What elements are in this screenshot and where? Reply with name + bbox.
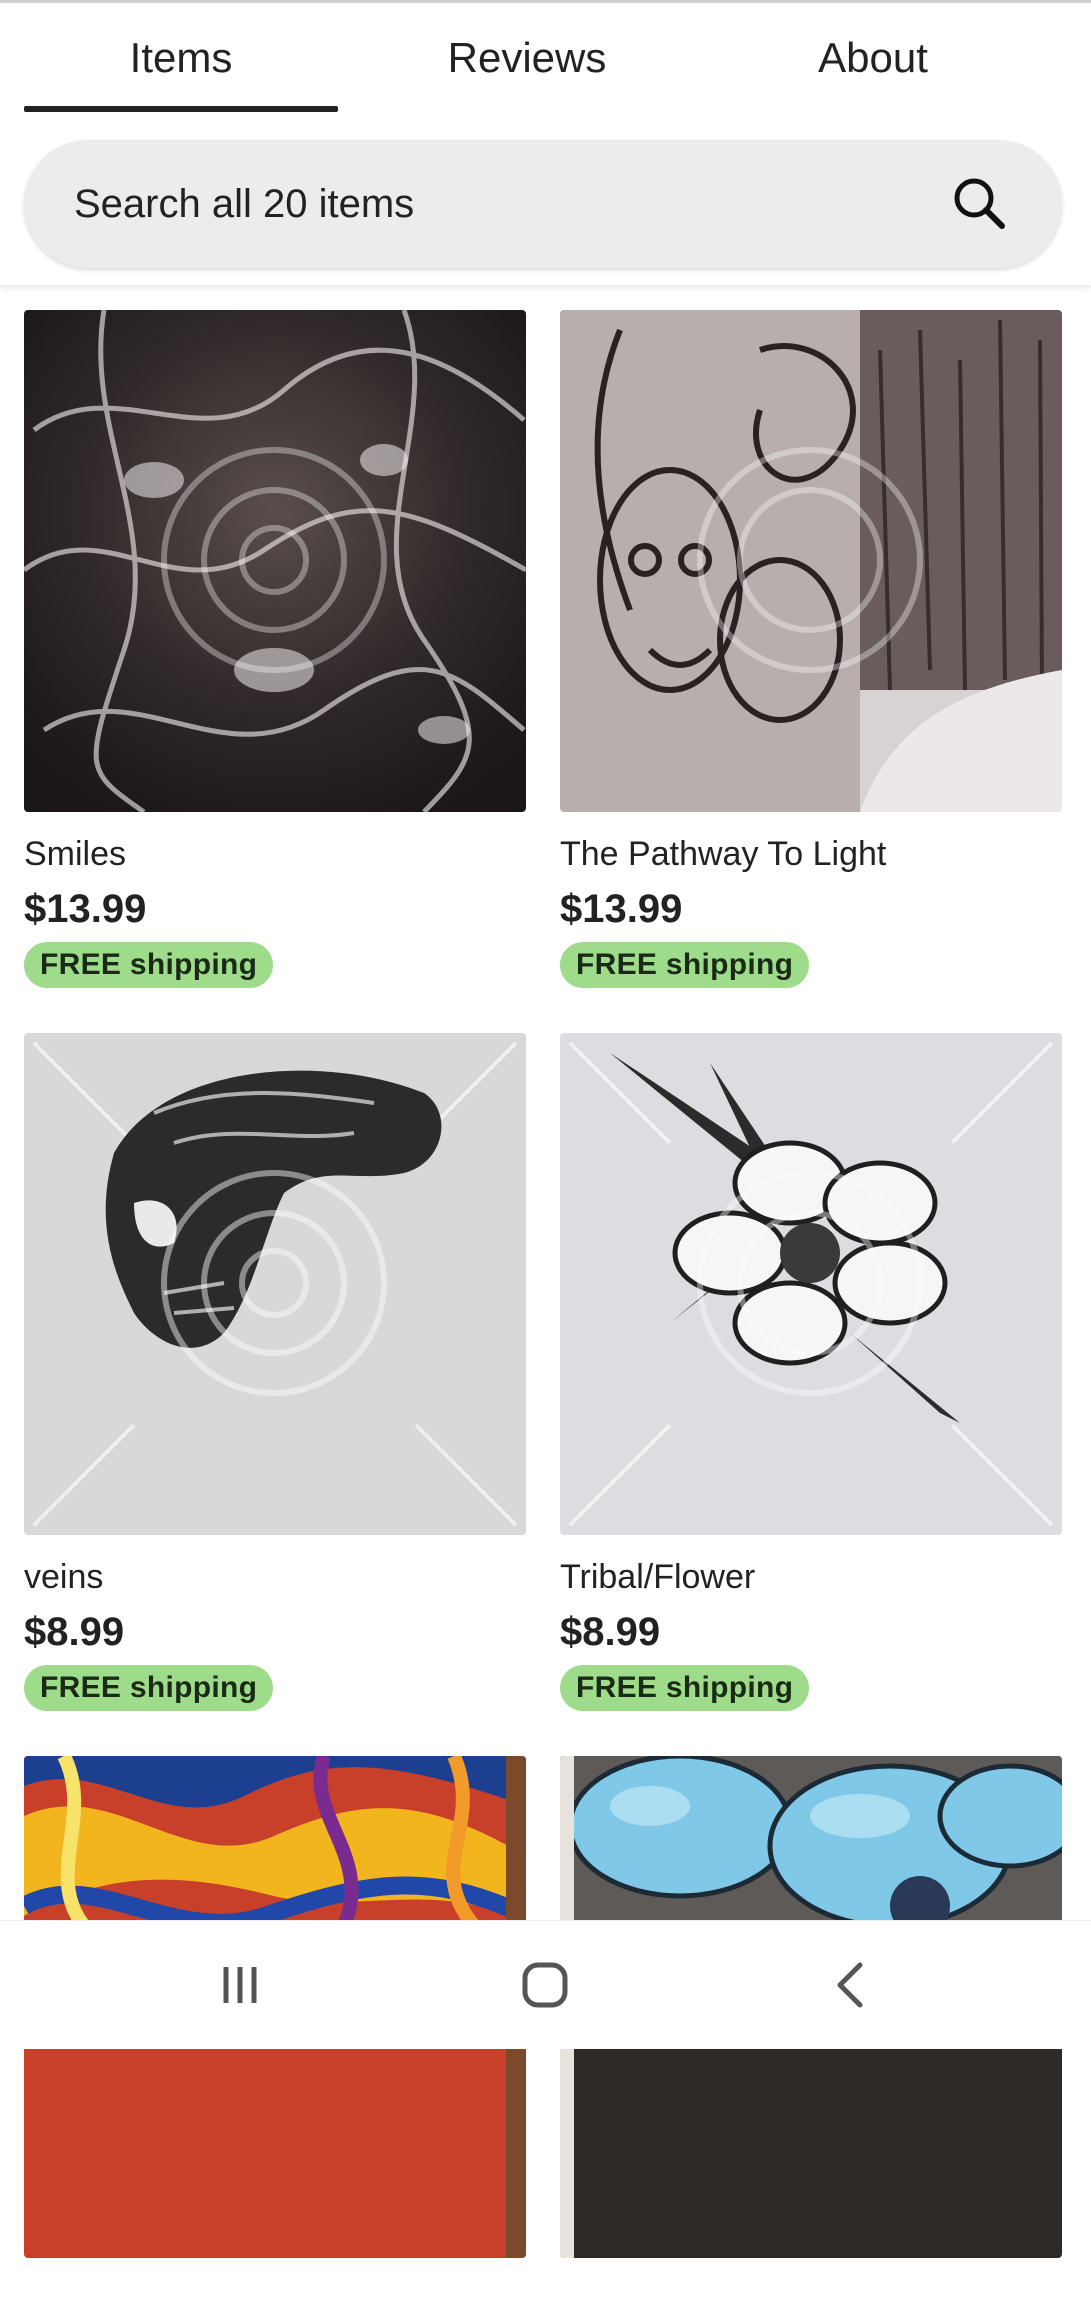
search-icon[interactable] <box>948 172 1012 236</box>
listing-title[interactable]: veins <box>24 1557 526 1597</box>
listing-image[interactable] <box>24 310 526 812</box>
listing-title[interactable]: Smiles <box>24 834 526 874</box>
listing-price: $8.99 <box>24 1610 125 1654</box>
tab-bar: Items Reviews About <box>0 0 1091 115</box>
tab-reviews[interactable]: Reviews <box>370 0 684 115</box>
listing-image[interactable] <box>560 310 1062 812</box>
shop-header: Items Reviews About <box>0 0 1091 285</box>
listing-card[interactable]: The Pathway To Light $13.99 FREE shippin… <box>560 310 1062 988</box>
recent-apps-icon <box>223 1967 257 2003</box>
free-shipping-badge: FREE shipping <box>24 1665 274 1711</box>
free-shipping-badge: FREE shipping <box>24 942 274 988</box>
home-icon <box>522 1962 568 2008</box>
search-bar[interactable] <box>24 140 1062 268</box>
tab-items[interactable]: Items <box>24 0 338 115</box>
listing-title[interactable]: Tribal/Flower <box>560 1557 1062 1597</box>
listing-card[interactable]: veins $8.99 FREE shipping <box>24 1033 526 1711</box>
listing-title[interactable] <box>24 2280 526 2320</box>
listing-card[interactable]: Smiles $13.99 FREE shipping <box>24 310 526 988</box>
back-button[interactable] <box>790 1921 910 2049</box>
home-button[interactable] <box>485 1921 605 2049</box>
free-shipping-badge: FREE shipping <box>560 1665 810 1711</box>
free-shipping-badge: FREE shipping <box>560 942 810 988</box>
listing-price: $13.99 <box>24 887 147 931</box>
listing-title[interactable]: The Pathway To Light <box>560 834 1062 874</box>
listing-title[interactable] <box>560 2280 1062 2320</box>
back-icon <box>837 1962 863 2008</box>
listing-card[interactable]: Tribal/Flower $8.99 FREE shipping <box>560 1033 1062 1711</box>
recent-apps-button[interactable] <box>180 1921 300 2049</box>
listing-image[interactable] <box>560 1033 1062 1535</box>
search-input[interactable] <box>72 180 948 228</box>
active-tab-indicator <box>24 106 338 112</box>
listing-price: $13.99 <box>560 887 683 931</box>
listing-price: $8.99 <box>560 1610 661 1654</box>
tab-about[interactable]: About <box>716 0 1030 115</box>
system-nav-bar <box>0 1920 1091 2049</box>
listing-image[interactable] <box>24 1033 526 1535</box>
